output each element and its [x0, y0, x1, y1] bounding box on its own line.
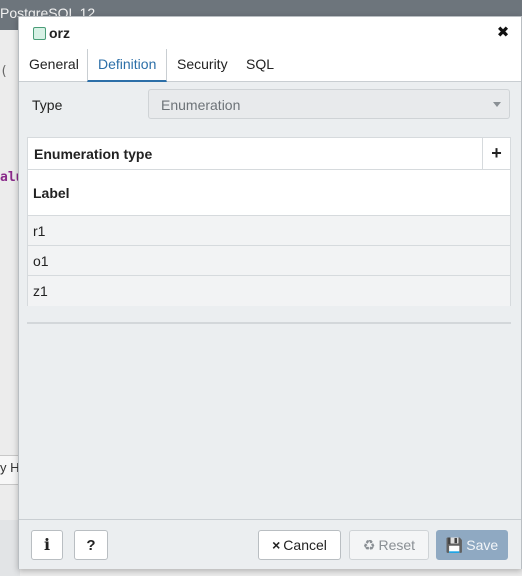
- add-row-button[interactable]: +: [482, 138, 510, 169]
- help-icon: ?: [86, 537, 96, 554]
- table-row[interactable]: z1: [28, 276, 510, 306]
- close-icon: ×: [272, 537, 281, 553]
- save-icon: 💾: [445, 537, 464, 553]
- tab-security[interactable]: Security: [167, 49, 238, 80]
- enumeration-grid: Enumeration type + Label r1 o1 z1: [27, 137, 511, 306]
- close-icon[interactable]: ✖: [495, 24, 511, 42]
- label-cell: z1: [33, 283, 48, 299]
- dialog-header: orz ✖: [19, 17, 521, 49]
- table-row[interactable]: o1: [28, 246, 510, 276]
- type-select-value: Enumeration: [161, 97, 241, 113]
- grid-header: Enumeration type +: [28, 138, 510, 170]
- tab-sql[interactable]: SQL: [236, 49, 284, 80]
- background-code-line: (: [0, 64, 8, 79]
- recycle-icon: ♻: [362, 537, 376, 553]
- tab-bar: General Definition Security SQL: [19, 49, 521, 82]
- type-icon: [33, 27, 46, 40]
- background-panel-tab-label: y H: [0, 460, 20, 475]
- help-button[interactable]: ?: [74, 530, 108, 560]
- background-bottom: [0, 520, 20, 576]
- tab-general[interactable]: General: [19, 49, 89, 80]
- type-dialog: orz ✖ General Definition Security SQL Ty…: [18, 16, 522, 569]
- dialog-title: orz: [49, 25, 70, 41]
- save-button[interactable]: 💾 Save: [436, 530, 508, 560]
- section-divider: [27, 322, 511, 324]
- type-select[interactable]: Enumeration: [148, 89, 510, 119]
- column-header-label: Label: [33, 185, 70, 201]
- label-cell: o1: [33, 253, 49, 269]
- cancel-button[interactable]: × Cancel: [258, 530, 341, 560]
- grid-title: Enumeration type: [34, 146, 153, 162]
- table-row[interactable]: r1: [28, 216, 510, 246]
- label-cell: r1: [33, 223, 46, 239]
- reset-label: Reset: [378, 537, 416, 553]
- save-label: Save: [466, 537, 499, 553]
- grid-column-header: Label: [28, 170, 510, 216]
- cancel-label: Cancel: [283, 537, 327, 553]
- info-icon: i: [43, 535, 51, 554]
- chevron-down-icon: [493, 102, 501, 107]
- info-button[interactable]: i: [31, 530, 63, 560]
- tab-definition[interactable]: Definition: [87, 49, 168, 82]
- reset-button[interactable]: ♻ Reset: [349, 530, 429, 560]
- type-field-label: Type: [32, 97, 63, 113]
- dialog-footer: i ? × Cancel ♻ Reset 💾 Save: [19, 519, 521, 569]
